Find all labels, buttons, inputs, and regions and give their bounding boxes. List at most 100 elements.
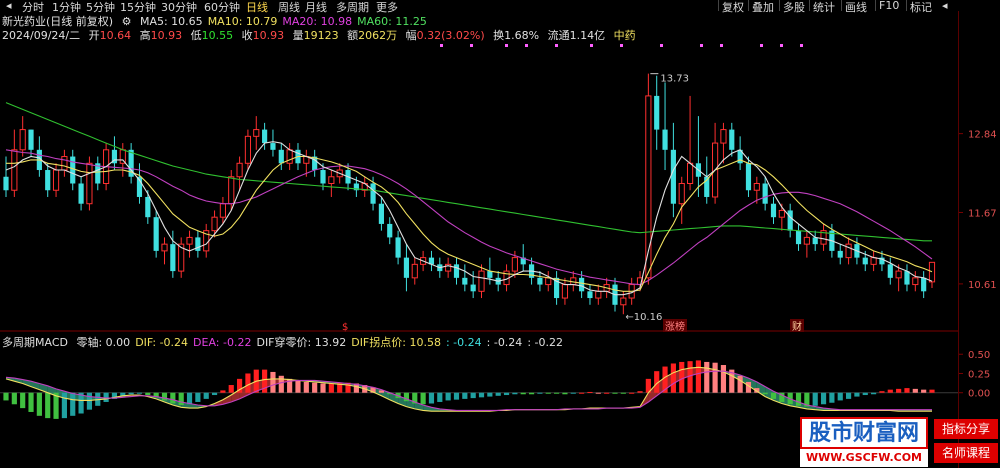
- macd-bar-21: [178, 392, 184, 406]
- candle-body-66: [554, 277, 560, 299]
- macd-bar-58: [487, 392, 493, 397]
- macd-bar-22: [186, 392, 193, 405]
- macd-ribbon-1: [14, 378, 23, 384]
- candle-body-24: [203, 230, 210, 252]
- candle-body-106: [887, 264, 893, 278]
- macd-ribbon-108: [907, 409, 916, 412]
- candle-body-29: [244, 135, 252, 164]
- candle-body-30: [253, 129, 260, 137]
- candle-body-51: [428, 257, 435, 265]
- candle-body-3: [28, 129, 34, 150]
- macd-bar-40: [337, 382, 343, 393]
- macd-bar-41: [345, 382, 351, 393]
- macd-bar-95: [795, 392, 802, 406]
- toolbar-separator: [841, 0, 842, 11]
- badge-indicator-share[interactable]: 指标分享: [934, 419, 998, 439]
- tool-button-0[interactable]: 复权: [722, 0, 744, 15]
- volume-label: 量: [292, 29, 304, 42]
- candle-body-103: [862, 257, 868, 265]
- macd-bar-98: [820, 392, 827, 405]
- signal-dot-7: [660, 44, 663, 47]
- macd-bar-34: [287, 378, 293, 393]
- macd-bar-57: [478, 392, 485, 398]
- macd-ribbon-33: [281, 378, 290, 383]
- ma60-line: [5, 102, 932, 242]
- macd-ribbon-5: [47, 385, 57, 396]
- macd-ribbon-27: [231, 389, 240, 402]
- macd-bar-66: [554, 392, 560, 394]
- macd-bar-72: [604, 392, 610, 394]
- candle-body-111: [928, 261, 936, 283]
- macd-ribbon-89: [748, 378, 757, 392]
- macd-ribbon-3: [31, 381, 40, 390]
- candle-body-22: [186, 236, 193, 245]
- candle-body-14: [119, 149, 126, 164]
- tool-button-3[interactable]: 统计: [813, 0, 835, 15]
- tool-button-4[interactable]: 画线: [845, 0, 867, 15]
- macd-bar-15: [128, 392, 134, 395]
- macd-ribbon-18: [156, 396, 165, 402]
- macd-bar-20: [170, 392, 176, 404]
- candle-body-23: [195, 237, 201, 251]
- macd-bar-73: [612, 392, 618, 394]
- macd-bar-78: [654, 371, 660, 393]
- indicator-name[interactable]: 多周期MACD: [2, 336, 68, 349]
- candle-body-50: [420, 257, 427, 265]
- macd-bar-84: [704, 361, 710, 393]
- candle-body-82: [686, 162, 694, 185]
- indicator-value-0: 零轴: 0.00: [76, 336, 131, 349]
- candle-body-8: [70, 156, 76, 184]
- tag-zhangting-bg: [663, 319, 687, 332]
- stock-chart[interactable]: 10.6111.6712.840.500.250.0013.73←10.16$ 涨…: [0, 0, 1000, 468]
- candle-body-89: [745, 163, 752, 191]
- macd-bar-81: [679, 361, 685, 393]
- sector-tag[interactable]: 中药: [614, 29, 636, 42]
- candle-body-56: [470, 284, 476, 292]
- macd-bar-6: [53, 392, 59, 419]
- amount-label: 额: [347, 29, 359, 42]
- candle-body-27: [228, 176, 235, 205]
- tool-button-6[interactable]: 标记: [910, 0, 932, 15]
- toolbar-separator: [875, 0, 876, 11]
- candle-body-39: [328, 176, 335, 184]
- macd-bar-91: [762, 392, 768, 395]
- macd-ribbon-24: [206, 403, 215, 407]
- macd-bar-29: [245, 373, 251, 393]
- macd-ribbon-78: [656, 377, 665, 396]
- macd-bar-12: [103, 392, 109, 402]
- macd-ribbon-109: [915, 409, 924, 412]
- candle-body-74: [620, 297, 627, 306]
- macd-bar-5: [45, 392, 51, 419]
- low-marker-label: ←10.16: [625, 312, 662, 323]
- macd-ribbon-40: [339, 382, 348, 385]
- candle-body-21: [178, 243, 185, 272]
- macd-bar-108: [904, 388, 910, 393]
- badge-teacher-course[interactable]: 名师课程: [934, 443, 998, 463]
- macd-bar-55: [462, 392, 468, 399]
- macd-bar-43: [362, 385, 368, 393]
- macd-bar-49: [412, 392, 418, 404]
- quote-line: 2024/09/24/二 开10.64 高10.93 低10.55 收10.93…: [2, 27, 636, 43]
- signal-dot-10: [760, 44, 763, 47]
- macd-bar-110: [921, 389, 927, 393]
- candle-body-59: [495, 277, 501, 285]
- macd-bar-52: [437, 392, 443, 402]
- macd-ribbon-9: [81, 395, 90, 401]
- macd-bar-24: [203, 392, 209, 399]
- macd-ribbon-37: [314, 380, 323, 383]
- candle-body-35: [295, 149, 301, 164]
- collapse-icon[interactable]: ◂: [942, 0, 948, 12]
- macd-bar-47: [395, 392, 401, 399]
- tool-button-1[interactable]: 叠加: [752, 0, 774, 15]
- candle-body-58: [487, 271, 493, 278]
- tool-button-2[interactable]: 多股: [783, 0, 805, 15]
- macd-ribbon-86: [723, 371, 732, 376]
- back-arrow-icon[interactable]: ◂: [6, 0, 12, 12]
- candle-body-2: [19, 129, 26, 151]
- macd-ribbon-60: [506, 409, 515, 411]
- macd-ribbon-79: [665, 372, 674, 390]
- macd-ribbon-74: [623, 407, 632, 409]
- macd-ribbon-76: [640, 392, 649, 408]
- tool-button-5[interactable]: F10: [879, 0, 899, 12]
- macd-ribbon-56: [473, 410, 482, 412]
